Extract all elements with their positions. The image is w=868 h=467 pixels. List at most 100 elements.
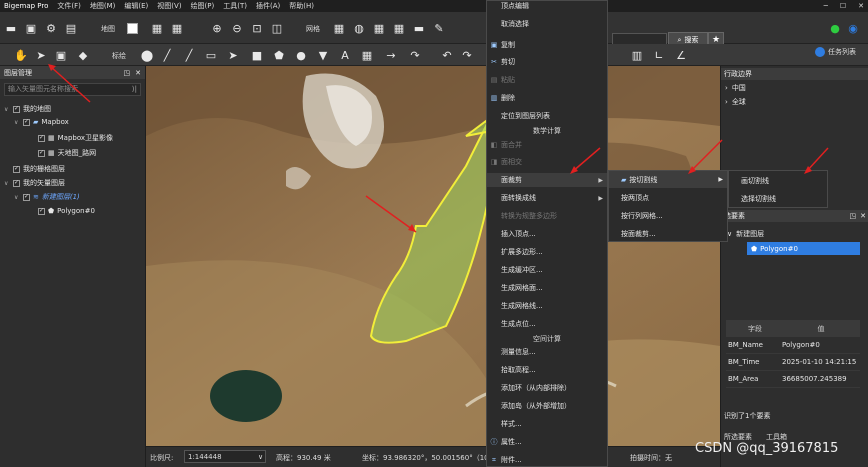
tree-new-layer[interactable]: ∨ ✓ ≋ 新建图层(1) — [14, 192, 80, 202]
maximize-icon[interactable]: ☐ — [840, 2, 846, 10]
menu-by-surface[interactable]: 按面裁剪... — [609, 225, 727, 242]
menu-help[interactable]: 帮助(H) — [289, 1, 314, 11]
menu-map[interactable]: 地图(M) — [90, 1, 116, 11]
pan-hand-icon[interactable]: ✋ — [14, 48, 28, 62]
axis-icon[interactable]: ∟ — [652, 48, 666, 62]
marker-icon[interactable]: ⬤ — [140, 48, 154, 62]
menu-by-two-vertices[interactable]: 按两顶点 — [609, 189, 727, 206]
arrow-shape-icon[interactable]: ➤ — [226, 48, 240, 62]
brush-icon[interactable]: ✎ — [432, 21, 446, 35]
menu-properties[interactable]: ⓘ 属性... — [487, 435, 607, 449]
chart-icon[interactable]: ▥ — [630, 48, 644, 62]
checkbox[interactable]: ✓ — [38, 207, 45, 215]
polygon-icon[interactable]: ⬟ — [272, 48, 286, 62]
admin-item-global[interactable]: › 全球 — [725, 97, 746, 107]
checkbox[interactable]: ✓ — [38, 134, 45, 142]
grid-cell-icon[interactable]: ▦ — [360, 48, 374, 62]
menu-copy[interactable]: ▣ 复制 — [487, 38, 607, 52]
collapse-icon[interactable]: ⟩| — [132, 84, 137, 95]
close-icon[interactable]: ✕ — [860, 212, 866, 220]
triangle-icon[interactable]: ▼ — [316, 48, 330, 62]
text-icon[interactable]: A — [338, 48, 352, 62]
menu-cut[interactable]: ✂ 剪切 — [487, 55, 607, 69]
grid-icon[interactable]: ▦ — [332, 21, 346, 35]
zoom-box-icon[interactable]: ⊡ — [250, 21, 264, 35]
checkbox[interactable]: ✓ — [23, 118, 30, 126]
menu-attachment[interactable]: ⌗ 附件... — [487, 453, 607, 467]
tree-my-raster[interactable]: ✓ 我的栅格图层 — [4, 164, 65, 174]
task-list-button[interactable]: 任务列表 — [815, 47, 856, 57]
expand-icon[interactable]: ∨ — [4, 180, 10, 187]
menu-merge[interactable]: ◧ 面合并 — [487, 138, 607, 152]
tree-my-vector[interactable]: ∨ ✓ 我的矢量图层 — [4, 178, 65, 188]
menu-insert-vertex[interactable]: 插入顶点... — [487, 227, 607, 241]
wechat-icon[interactable]: ● — [828, 21, 842, 35]
curve-arrow-icon[interactable]: ↷ — [408, 48, 422, 62]
folder-icon[interactable]: ▬ — [412, 21, 426, 35]
map-source-icon[interactable]: ▦ — [150, 21, 164, 35]
tree-tianditu-road[interactable]: ✓ ▦ 天地图_路网 — [38, 148, 96, 158]
menu-buffer[interactable]: 生成缓冲区... — [487, 263, 607, 277]
close-icon[interactable]: ✕ — [858, 2, 864, 10]
open-folder-icon[interactable]: ▬ — [4, 21, 18, 35]
save-icon[interactable]: ▣ — [24, 21, 38, 35]
layers-icon[interactable]: ▤ — [64, 21, 78, 35]
checkbox[interactable]: ✓ — [13, 105, 20, 113]
menu-paste[interactable]: ▤ 粘贴 — [487, 73, 607, 87]
menu-file[interactable]: 文件(F) — [57, 1, 81, 11]
selected-feature-item[interactable]: ⬟ Polygon#0 — [747, 242, 860, 255]
float-icon[interactable]: ◳ — [850, 212, 857, 220]
menu-by-grid[interactable]: 按行列网格... — [609, 207, 727, 224]
checkbox[interactable]: ✓ — [38, 149, 45, 157]
layer-search-input[interactable]: 输入矢量图元名称搜索 ⟩| — [4, 83, 141, 96]
menu-vertex-edit[interactable]: 顶点编辑 — [487, 0, 607, 13]
plot-tool-label[interactable]: 标绘 — [112, 51, 126, 61]
menu-expand-polygon[interactable]: 扩展多边形... — [487, 245, 607, 259]
angle-icon[interactable]: ∠ — [674, 48, 688, 62]
select-arrow-icon[interactable]: ➤ — [34, 48, 48, 62]
checkbox[interactable]: ✓ — [13, 165, 20, 173]
redo-icon[interactable]: ↷ — [460, 48, 474, 62]
menu-points[interactable]: 生成点位... — [487, 317, 607, 331]
menu-draw[interactable]: 绘图(P) — [191, 1, 215, 11]
menu-intersect[interactable]: ◨ 面相交 — [487, 155, 607, 169]
graticule-icon[interactable]: ▦ — [372, 21, 386, 35]
menu-grid-line[interactable]: 生成网格线... — [487, 299, 607, 313]
map-tool-label[interactable]: 地图 — [101, 24, 115, 34]
close-icon[interactable]: ✕ — [135, 69, 141, 77]
chevron-down-icon[interactable]: ∨ — [258, 453, 263, 461]
globe-icon[interactable]: ◍ — [352, 21, 366, 35]
tree-mapbox-sat[interactable]: ✓ ▦ Mapbox卫星影像 — [38, 133, 113, 143]
selection-layer-node[interactable]: ∨ 新建图层 — [727, 229, 764, 239]
circle-icon[interactable]: ● — [294, 48, 308, 62]
menu-clip[interactable]: 面裁剪 ▶ — [487, 173, 607, 187]
menu-draw-cut-line[interactable]: 画切割线 — [729, 172, 827, 189]
basemap-icon[interactable] — [127, 23, 138, 34]
minimize-icon[interactable]: ─ — [824, 2, 828, 10]
tree-polygon[interactable]: ✓ ⬟ Polygon#0 — [38, 207, 95, 215]
feedback-icon[interactable]: ◉ — [846, 21, 860, 35]
menu-view[interactable]: 视图(V) — [157, 1, 181, 11]
rectangle-outline-icon[interactable]: ▭ — [204, 48, 218, 62]
menu-locate[interactable]: 定位到图层列表 — [487, 109, 607, 123]
expand-icon[interactable]: ∨ — [4, 106, 10, 113]
fit-extent-icon[interactable]: ◫ — [270, 21, 284, 35]
menu-delete[interactable]: ▥ 删除 — [487, 91, 607, 105]
menu-measure[interactable]: 测量信息... — [487, 345, 607, 359]
rectangle-icon[interactable]: ■ — [250, 48, 264, 62]
map-canvas[interactable] — [146, 66, 720, 446]
grid-tool-label[interactable]: 网格 — [306, 24, 320, 34]
eraser-icon[interactable]: ◆ — [76, 48, 90, 62]
menu-add-island[interactable]: 添加岛（从外部增加） — [487, 399, 607, 413]
float-icon[interactable]: ◳ — [124, 69, 131, 77]
chevron-right-icon[interactable]: › — [725, 84, 728, 92]
chevron-right-icon[interactable]: › — [725, 98, 728, 106]
checkbox[interactable]: ✓ — [23, 193, 30, 201]
map-switch-icon[interactable]: ▦ — [170, 21, 184, 35]
menu-cancel-select[interactable]: 取消选择 — [487, 17, 607, 31]
menu-grid-surface[interactable]: 生成网格面... — [487, 281, 607, 295]
checkbox[interactable]: ✓ — [13, 179, 20, 187]
menu-to-regular[interactable]: 转换为规整多边形 — [487, 209, 607, 223]
undo-icon[interactable]: ↶ — [440, 48, 454, 62]
tree-mapbox[interactable]: ∨ ✓ ▰ Mapbox — [14, 118, 69, 126]
